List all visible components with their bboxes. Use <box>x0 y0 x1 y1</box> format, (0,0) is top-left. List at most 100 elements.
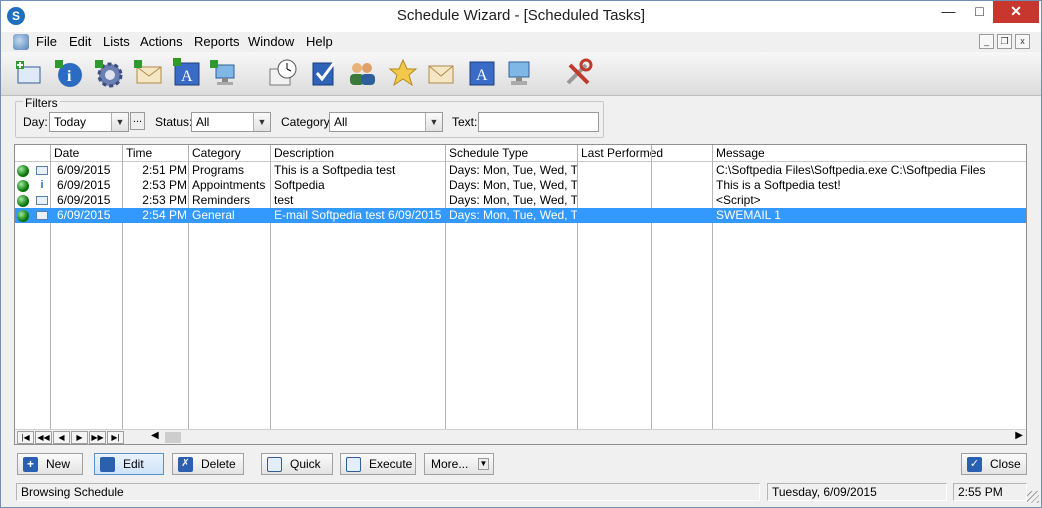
toolbar: i A A <box>1 52 1041 96</box>
delete-button[interactable]: ✗ Delete <box>172 453 244 475</box>
day-select-value: Today <box>54 115 87 129</box>
status-bar: Browsing Schedule Tuesday, 6/09/2015 2:5… <box>1 481 1041 507</box>
pencil-icon <box>100 457 115 472</box>
column-header-date[interactable]: Date <box>51 146 79 160</box>
email-icon[interactable] <box>132 57 164 89</box>
horizontal-scrollbar-thumb[interactable] <box>165 432 181 443</box>
column-header-category[interactable]: Category <box>189 146 241 160</box>
scroll-right-icon[interactable]: ▶ <box>1015 430 1023 441</box>
mdi-restore-button[interactable]: ❐ <box>997 34 1012 49</box>
text-a-icon[interactable]: A <box>171 57 203 89</box>
text-format-icon[interactable]: A <box>466 57 498 89</box>
cell-time: 2:53 PM <box>142 178 187 192</box>
category-select[interactable]: All ▼ <box>329 112 443 132</box>
previous-record-button[interactable]: ◀ <box>53 431 70 444</box>
close-button[interactable]: ✓ Close <box>961 453 1027 475</box>
cell-schedule-type: Days: Mon, Tue, Wed, Thu <box>449 163 577 177</box>
quick-button-label: Quick <box>290 457 321 471</box>
category-label: Category: <box>281 115 334 129</box>
close-window-button[interactable]: ✕ <box>993 1 1039 23</box>
cell-time: 2:54 PM <box>142 208 187 222</box>
more-button[interactable]: More... ▼ <box>424 453 494 475</box>
chevron-down-icon[interactable]: ▼ <box>253 113 270 131</box>
clock-schedule-icon[interactable] <box>267 57 299 89</box>
execute-button[interactable]: Execute <box>340 453 416 475</box>
delete-x-icon: ✗ <box>178 457 193 472</box>
new-button[interactable]: + New <box>17 453 83 475</box>
table-row[interactable]: 6/09/2015 2:51 PM Programs This is a Sof… <box>15 163 1026 178</box>
text-label: Text: <box>452 115 478 129</box>
cell-description: E-mail Softpedia test 6/09/2015 <box>274 208 442 222</box>
plus-icon: + <box>23 457 38 472</box>
checkmark-icon: ✓ <box>967 457 982 472</box>
table-row-selected[interactable]: 6/09/2015 2:54 PM General E-mail Softped… <box>15 208 1026 223</box>
day-label: Day: <box>23 115 48 129</box>
edit-button-label: Edit <box>123 457 144 471</box>
day-select[interactable]: Today ▼ <box>49 112 129 132</box>
grid-navigator: |◀ ◀◀ ◀ ▶ ▶▶ ▶| ◀ ▶ <box>15 429 1026 444</box>
column-header-description[interactable]: Description <box>271 146 334 160</box>
menu-actions[interactable]: Actions <box>140 34 183 49</box>
menu-reports[interactable]: Reports <box>194 34 240 49</box>
category-select-value: All <box>334 115 348 129</box>
new-task-icon[interactable] <box>13 57 45 89</box>
email-message-icon[interactable] <box>425 57 457 89</box>
info-type-icon: i <box>40 179 44 191</box>
resize-grip-icon[interactable] <box>1027 491 1039 503</box>
cell-message: C:\Softpedia Files\Softpedia.exe C:\Soft… <box>716 163 986 177</box>
chevron-down-icon[interactable]: ▼ <box>111 113 128 131</box>
previous-page-button[interactable]: ◀◀ <box>35 431 52 444</box>
users-icon[interactable] <box>346 57 378 89</box>
last-record-button[interactable]: ▶| <box>107 431 124 444</box>
quick-button[interactable]: Quick <box>261 453 333 475</box>
table-row[interactable]: 6/09/2015 2:53 PM Reminders test Days: M… <box>15 193 1026 208</box>
next-page-button[interactable]: ▶▶ <box>89 431 106 444</box>
edit-button[interactable]: Edit <box>94 453 164 475</box>
next-record-button[interactable]: ▶ <box>71 431 88 444</box>
status-label: Status: <box>155 115 193 129</box>
cell-schedule-type: Days: Mon, Tue, Wed, Thu <box>449 193 577 207</box>
minimize-button[interactable]: — <box>933 1 964 23</box>
info-icon[interactable]: i <box>53 57 85 89</box>
execute-button-label: Execute <box>369 457 413 471</box>
checklist-icon[interactable] <box>308 57 340 89</box>
first-record-button[interactable]: |◀ <box>17 431 34 444</box>
menu-window[interactable]: Window <box>248 34 294 49</box>
maximize-button[interactable]: □ <box>964 1 995 23</box>
svg-text:A: A <box>476 67 488 84</box>
cell-schedule-type: Days: Mon, Tue, Wed, Thu <box>449 208 577 222</box>
app-window: S Schedule Wizard - [Scheduled Tasks] — … <box>0 0 1042 508</box>
document-system-icon[interactable] <box>13 34 29 50</box>
network-computer-icon[interactable] <box>208 57 240 89</box>
quick-clock-icon <box>267 457 282 472</box>
cell-time: 2:53 PM <box>142 193 187 207</box>
email-type-icon <box>36 211 48 220</box>
computer-icon[interactable] <box>503 57 535 89</box>
status-message: Browsing Schedule <box>16 483 760 501</box>
day-more-button[interactable]: ... <box>130 112 145 130</box>
cell-category: Appointments <box>192 178 266 192</box>
star-icon[interactable] <box>387 57 419 89</box>
status-select-value: All <box>196 115 210 129</box>
scheduled-tasks-grid[interactable]: Date Time Category Description Schedule … <box>14 144 1027 445</box>
tools-icon[interactable] <box>562 57 594 89</box>
mdi-minimize-button[interactable]: _ <box>979 34 994 49</box>
column-header-schedule-type[interactable]: Schedule Type <box>446 146 528 160</box>
menu-file[interactable]: File <box>36 34 57 49</box>
column-header-time[interactable]: Time <box>123 146 152 160</box>
active-status-icon <box>17 195 29 207</box>
dropdown-arrow-icon[interactable]: ▼ <box>478 458 489 470</box>
column-header-message[interactable]: Message <box>713 146 765 160</box>
mdi-close-button[interactable]: x <box>1015 34 1030 49</box>
cell-message: This is a Softpedia test! <box>716 178 841 192</box>
settings-gear-icon[interactable] <box>93 57 125 89</box>
chevron-down-icon[interactable]: ▼ <box>425 113 442 131</box>
table-row[interactable]: i 6/09/2015 2:53 PM Appointments Softped… <box>15 178 1026 193</box>
active-status-icon <box>17 165 29 177</box>
status-select[interactable]: All ▼ <box>191 112 271 132</box>
menu-lists[interactable]: Lists <box>103 34 130 49</box>
menu-edit[interactable]: Edit <box>69 34 91 49</box>
menu-help[interactable]: Help <box>306 34 333 49</box>
scroll-left-icon[interactable]: ◀ <box>151 430 159 441</box>
text-filter-input[interactable] <box>478 112 599 132</box>
